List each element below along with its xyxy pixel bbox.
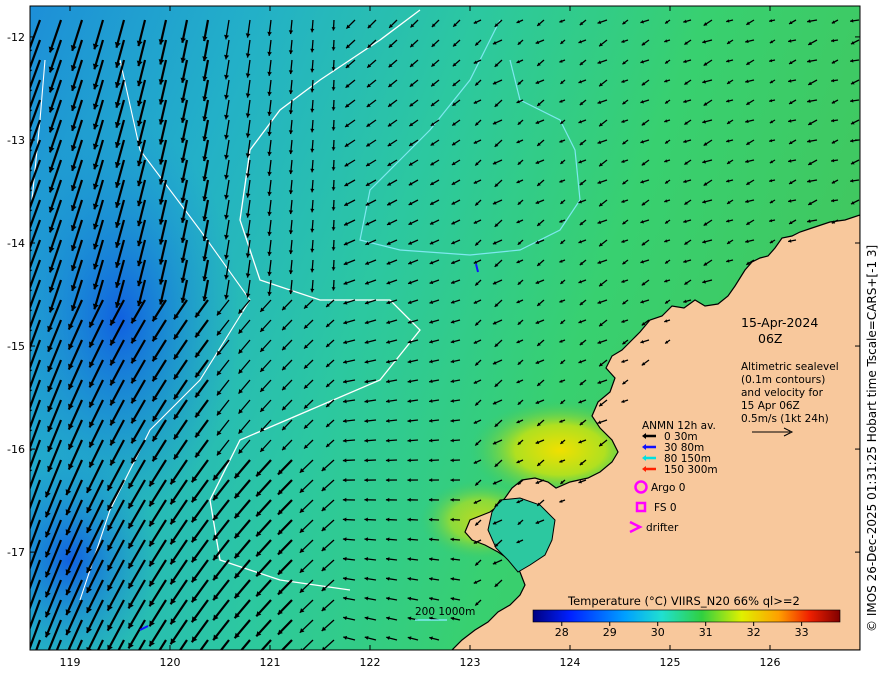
argo-label: Argo 0 (651, 482, 685, 494)
map-time: 06Z (758, 331, 782, 346)
velocity-arrowhead (86, 667, 92, 673)
velocity-arrowhead (24, 674, 30, 680)
altimetry-line3: and velocity for (741, 387, 824, 399)
x-tick-label: 122 (360, 656, 381, 669)
colorbar (532, 609, 841, 623)
altimetry-line1: Altimetric sealevel (741, 361, 839, 373)
map-date: 15-Apr-2024 (741, 315, 818, 330)
bathy-legend-label: 200 1000m (415, 606, 475, 618)
velocity-arrowhead (235, 653, 240, 658)
altimetry-line2: (0.1m contours) (741, 374, 825, 386)
x-tick-label: 125 (660, 656, 681, 669)
velocity-arrowhead (128, 662, 133, 668)
altimetry-line5: 0.5m/s (1kt 24h) (741, 413, 829, 425)
velocity-arrowhead (30, 555, 31, 556)
colorbar-tick-label: 33 (795, 626, 809, 639)
velocity-arrowhead (24, 654, 30, 660)
velocity-arrowhead (30, 635, 31, 636)
colorbar-tick-label: 31 (699, 626, 713, 639)
velocity-arrowhead (66, 669, 72, 675)
velocity-arrowhead (45, 671, 51, 677)
colorbar-tick-label: 28 (555, 626, 569, 639)
velocity-arrowhead (149, 660, 154, 666)
velocity-arrowhead (30, 495, 31, 496)
x-tick-label: 124 (560, 656, 581, 669)
velocity-arrowhead (30, 615, 31, 616)
altimetry-line4: 15 Apr 06Z (741, 400, 800, 412)
fs-label: FS 0 (654, 502, 677, 514)
y-tick-label: -15 (7, 340, 25, 353)
velocity-arrowhead (45, 651, 51, 657)
x-tick-label: 119 (60, 656, 81, 669)
colorbar-tick-label: 32 (747, 626, 761, 639)
drifter-label: drifter (646, 522, 679, 534)
colorbar-title: Temperature (°C) VIIRS_N20 66% ql>=2 (567, 594, 800, 608)
sst-map: 119 120 121 122 123 124 125 126 -12 -13 -14 -15 -16… (7, 5, 879, 680)
y-tick-label: -16 (7, 443, 25, 456)
plot-area (24, 6, 860, 680)
velocity-arrowhead (107, 665, 112, 671)
y-tick-label: -12 (7, 31, 25, 44)
velocity-arrowhead (213, 655, 218, 661)
credit-text: © IMOS 26-Dec-2025 01:31:25 Hobart time … (865, 245, 879, 632)
velocity-arrowhead (30, 515, 31, 516)
colorbar-tick-label: 30 (651, 626, 665, 639)
y-tick-label: -13 (7, 134, 25, 147)
x-tick-label: 120 (160, 656, 181, 669)
velocity-arrowhead (30, 575, 31, 576)
y-tick-label: -17 (7, 546, 25, 559)
x-tick-label: 126 (760, 656, 781, 669)
x-tick-label: 121 (260, 656, 281, 669)
velocity-arrowhead (30, 595, 31, 596)
y-tick-label: -14 (7, 237, 25, 250)
colorbar-tick-label: 29 (603, 626, 617, 639)
velocity-arrowhead (30, 535, 31, 536)
velocity-arrowhead (192, 656, 197, 662)
anmn-legend-label: 150 300m (664, 464, 718, 476)
x-tick-label: 123 (460, 656, 481, 669)
